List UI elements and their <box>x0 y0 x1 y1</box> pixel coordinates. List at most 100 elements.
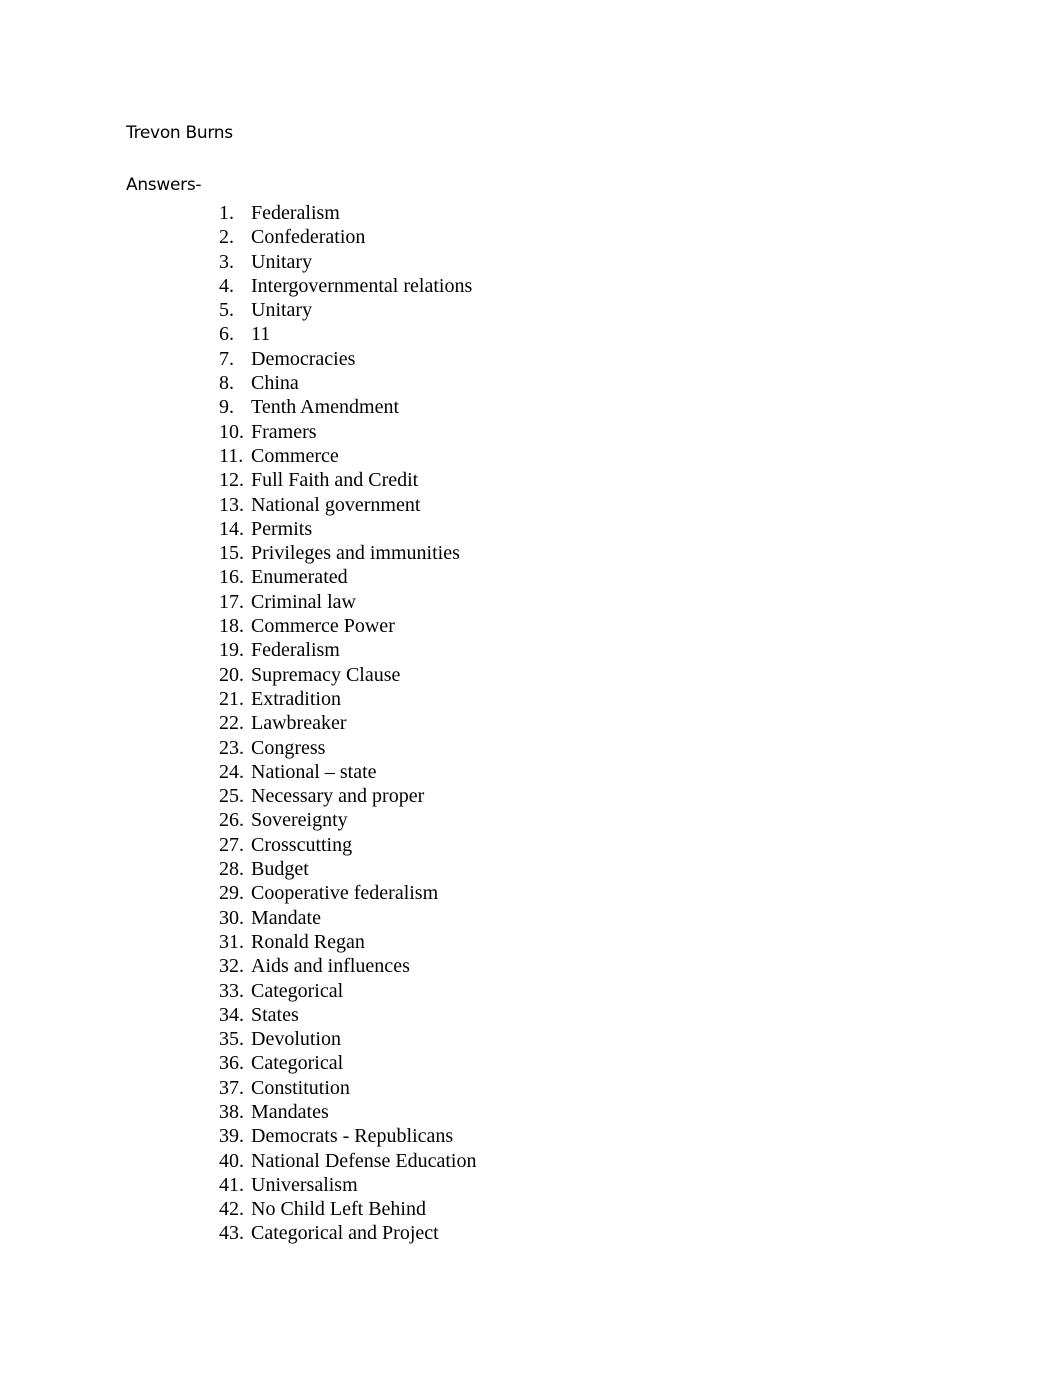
author-name: Trevon Burns <box>126 123 233 143</box>
answer-number: 3. <box>219 250 234 273</box>
answer-item: 16. Enumerated <box>219 565 476 589</box>
answer-number: 38. <box>219 1100 244 1123</box>
answer-number: 42. <box>219 1198 244 1221</box>
answer-item: 14. Permits <box>219 517 476 541</box>
answer-text: Privileges and immunities <box>251 542 460 565</box>
answer-item: 32. Aids and influences <box>219 954 476 978</box>
answer-text: Constitution <box>251 1076 350 1099</box>
answer-item: 3. Unitary <box>219 250 476 274</box>
answer-number: 7. <box>219 347 234 370</box>
answer-number: 12. <box>219 469 244 492</box>
answer-item: 30. Mandate <box>219 906 476 930</box>
answer-item: 7. Democracies <box>219 347 476 371</box>
answer-item: 13. National government <box>219 493 476 517</box>
answer-text: Categorical <box>251 979 344 1002</box>
answer-number: 4. <box>219 274 234 297</box>
answer-item: 17. Criminal law <box>219 590 476 614</box>
answer-item: 39. Democrats - Republicans <box>219 1124 476 1148</box>
answer-item: 35. Devolution <box>219 1027 476 1051</box>
answer-item: 23. Congress <box>219 736 476 760</box>
answer-item: 41. Universalism <box>219 1173 476 1197</box>
answer-text: Ronald Regan <box>251 930 365 953</box>
answer-text: Cooperative federalism <box>251 882 439 905</box>
answer-text: Necessary and proper <box>251 785 425 808</box>
answer-text: States <box>251 1003 299 1026</box>
answer-text: Commerce Power <box>251 615 395 638</box>
answer-number: 41. <box>219 1173 244 1196</box>
answer-item: 20. Supremacy Clause <box>219 663 476 687</box>
answer-number: 23. <box>219 736 244 759</box>
answer-text: Federalism <box>251 639 340 662</box>
answer-number: 2. <box>219 226 234 249</box>
answer-item: 29. Cooperative federalism <box>219 881 476 905</box>
answer-item: 10. Framers <box>219 420 476 444</box>
answer-number: 35. <box>219 1028 244 1051</box>
answer-number: 10. <box>219 420 244 443</box>
answer-text: Extradition <box>251 687 341 710</box>
answer-number: 28. <box>219 858 244 881</box>
answer-text: No Child Left Behind <box>251 1198 426 1221</box>
answer-number: 5. <box>219 299 234 322</box>
answer-text: Unitary <box>251 299 313 322</box>
answer-list: 1. Federalism 2. Confederation 3. Unitary 4. In… <box>219 201 476 1246</box>
answer-text: Intergovernmental relations <box>251 274 473 297</box>
answer-number: 31. <box>219 930 244 953</box>
answer-number: 15. <box>219 542 244 565</box>
answer-text: Supremacy Clause <box>251 663 401 686</box>
answer-number: 9. <box>219 396 234 419</box>
answer-number: 43. <box>219 1222 244 1245</box>
answer-number: 22. <box>219 712 244 735</box>
answer-number: 14. <box>219 517 244 540</box>
answer-text: Full Faith and Credit <box>251 469 419 492</box>
answer-item: 15. Privileges and immunities <box>219 541 476 565</box>
answer-text: Devolution <box>251 1028 341 1051</box>
answer-number: 1. <box>219 202 234 224</box>
answer-item: 22. Lawbreaker <box>219 711 476 735</box>
answer-text: Mandates <box>251 1100 329 1123</box>
answer-item: 19. Federalism <box>219 638 476 662</box>
answer-item: 18. Commerce Power <box>219 614 476 638</box>
answer-number: 11. <box>219 444 244 467</box>
answer-text: Congress <box>251 736 326 759</box>
answer-number: 32. <box>219 955 244 978</box>
answer-number: 39. <box>219 1125 244 1148</box>
answer-number: 34. <box>219 1003 244 1026</box>
answer-number: 36. <box>219 1052 244 1075</box>
answer-item: 1. Federalism <box>219 201 476 225</box>
answer-item: 31. Ronald Regan <box>219 930 476 954</box>
answer-text: Categorical and Project <box>251 1222 439 1245</box>
answer-number: 8. <box>219 372 234 395</box>
answer-text: Framers <box>251 420 317 443</box>
answer-number: 26. <box>219 809 244 832</box>
answer-item: 8. China <box>219 371 476 395</box>
answer-number: 33. <box>219 979 244 1002</box>
answer-text: Tenth Amendment <box>251 396 400 419</box>
answer-item: 11. Commerce <box>219 444 476 468</box>
document-page: Trevon Burns Answers- 1. Federalism 2. Conf… <box>0 0 1062 1377</box>
answer-number: 13. <box>219 493 244 516</box>
answer-text: Universalism <box>251 1173 358 1196</box>
answer-text: Sovereignty <box>251 809 348 832</box>
answer-text: Commerce <box>251 444 339 467</box>
answer-text: Permits <box>251 517 313 540</box>
answer-item: 25. Necessary and proper <box>219 784 476 808</box>
answer-item: 5. Unitary <box>219 298 476 322</box>
answer-number: 18. <box>219 615 244 638</box>
answer-text: 11 <box>251 323 271 346</box>
answer-text: Budget <box>251 858 309 881</box>
answer-number: 30. <box>219 906 244 929</box>
answer-text: Democracies <box>251 347 356 370</box>
answer-item: 28. Budget <box>219 857 476 881</box>
answer-number: 25. <box>219 785 244 808</box>
answer-item: 24. National – state <box>219 760 476 784</box>
answer-number: 17. <box>219 590 244 613</box>
answers-heading: Answers- <box>126 175 202 195</box>
answer-text: Aids and influences <box>251 955 410 978</box>
answer-item: 34. States <box>219 1003 476 1027</box>
answer-number: 21. <box>219 687 244 710</box>
answer-text: National government <box>251 493 421 516</box>
answer-item: 36. Categorical <box>219 1051 476 1075</box>
answer-item: 42. No Child Left Behind <box>219 1197 476 1221</box>
answer-number: 6. <box>219 323 234 346</box>
answer-item: 40. National Defense Education <box>219 1149 476 1173</box>
